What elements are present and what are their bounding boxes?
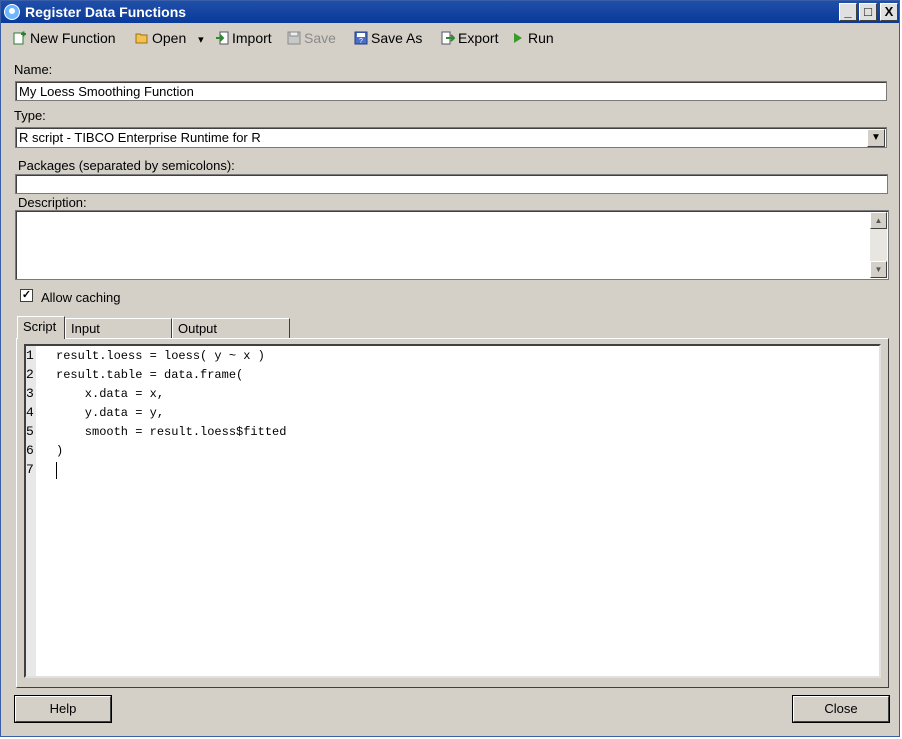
open-dropdown-arrow-icon[interactable]: ▾ (198, 34, 204, 46)
import-icon (216, 31, 229, 45)
import-label: Import (232, 30, 272, 46)
save-button[interactable]: Save (287, 29, 336, 47)
allow-caching-checkbox[interactable]: ✓ (20, 289, 33, 302)
description-textarea[interactable]: ▲ ▼ (15, 210, 889, 280)
line-number: 7 (26, 462, 34, 477)
text-caret (56, 462, 57, 479)
title-bar: Register Data Functions _ □ X (1, 1, 899, 23)
chevron-down-icon[interactable]: ▼ (867, 129, 885, 147)
line-number: 1 (26, 348, 34, 363)
app-icon (4, 4, 20, 20)
script-editor[interactable]: 1 2 3 4 5 6 7 result.loess = loess( y ~ … (24, 344, 881, 678)
description-label: Description: (18, 195, 87, 210)
window-title: Register Data Functions (25, 4, 187, 20)
save-as-icon: ? (354, 31, 368, 45)
export-icon (441, 31, 455, 45)
name-input[interactable]: My Loess Smoothing Function (15, 81, 887, 101)
code-line: smooth = result.loess$fitted (56, 425, 287, 439)
save-label: Save (304, 30, 336, 46)
help-button[interactable]: Help (15, 696, 111, 722)
export-button[interactable]: Export (441, 29, 498, 47)
svg-text:?: ? (359, 38, 363, 45)
folder-open-icon (135, 33, 148, 44)
new-function-label: New Function (30, 30, 116, 46)
export-label: Export (458, 30, 499, 46)
line-number: 4 (26, 405, 34, 420)
code-line: ) (56, 444, 64, 458)
maximize-button[interactable]: □ (859, 3, 877, 21)
allow-caching-label: Allow caching (41, 290, 121, 305)
save-as-button[interactable]: ? Save As (354, 29, 422, 47)
code-line: x.data = x, (56, 387, 165, 401)
scroll-up-arrow-icon[interactable]: ▲ (870, 212, 887, 229)
type-select-value: R script - TIBCO Enterprise Runtime for … (19, 130, 261, 145)
close-button[interactable]: Close (793, 696, 889, 722)
tab-script[interactable]: Script (17, 316, 65, 339)
import-button[interactable]: Import (215, 29, 272, 47)
packages-label: Packages (separated by semicolons): (18, 158, 235, 173)
type-select[interactable]: R script - TIBCO Enterprise Runtime for … (15, 127, 887, 148)
scroll-down-arrow-icon[interactable]: ▼ (870, 261, 887, 278)
run-label: Run (528, 30, 554, 46)
type-label: Type: (14, 108, 46, 123)
open-label: Open (152, 30, 187, 46)
save-disk-icon (287, 31, 301, 45)
code-line: result.loess = loess( y ~ x ) (56, 349, 265, 363)
toolbar: New Function Open ▾ Import Save ? Save A… (1, 25, 899, 51)
line-number: 5 (26, 424, 34, 439)
code-line: result.table = data.frame( (56, 368, 244, 382)
tab-output-parameters[interactable]: Output Parameters (172, 318, 290, 355)
packages-input[interactable] (15, 174, 888, 194)
name-label: Name: (14, 62, 53, 77)
new-function-icon (13, 31, 26, 45)
new-function-button[interactable]: New Function (13, 29, 116, 47)
run-play-icon (514, 33, 522, 44)
code-line: y.data = y, (56, 406, 165, 420)
close-window-button[interactable]: X (880, 3, 898, 21)
tab-input-parameters[interactable]: Input Parameters (65, 318, 172, 355)
line-number: 2 (26, 367, 34, 382)
line-number: 3 (26, 386, 34, 401)
line-number: 6 (26, 443, 34, 458)
description-scrollbar[interactable]: ▲ ▼ (870, 212, 887, 278)
minimize-button[interactable]: _ (839, 3, 857, 21)
open-button[interactable]: Open ▾ (135, 29, 204, 47)
register-data-functions-window: Register Data Functions _ □ X New Functi… (0, 0, 900, 737)
save-as-label: Save As (371, 30, 423, 46)
run-button[interactable]: Run (511, 29, 554, 47)
